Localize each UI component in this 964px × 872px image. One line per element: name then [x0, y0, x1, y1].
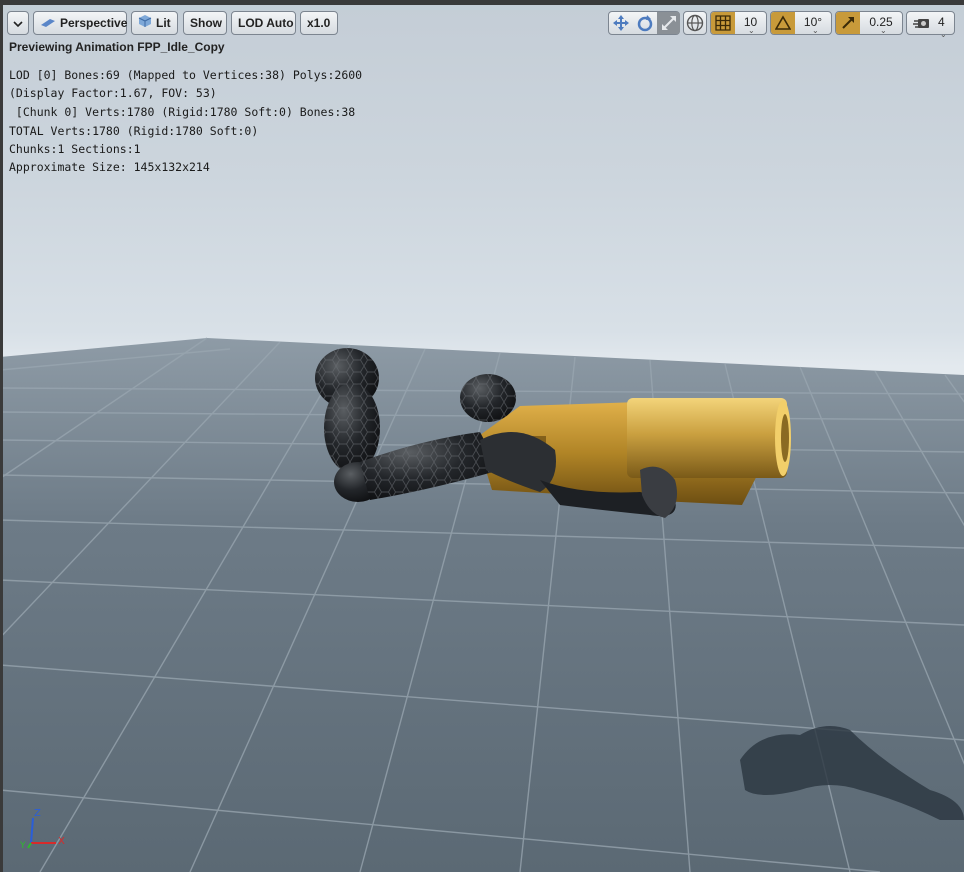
angle-icon: [774, 15, 792, 30]
stats-line-lod: LOD [0] Bones:69 (Mapped to Vertices:38)…: [9, 68, 363, 82]
stats-line-total: TOTAL Verts:1780 (Rigid:1780 Soft:0): [9, 124, 259, 138]
preview-title: Previewing Animation FPP_Idle_Copy: [9, 40, 225, 54]
move-icon: [613, 15, 629, 31]
scale-snap-icon: [842, 17, 854, 29]
show-label: Show: [190, 16, 222, 30]
stats-line-chunk: [Chunk 0] Verts:1780 (Rigid:1780 Soft:0)…: [9, 105, 356, 119]
camera-speed-dropdown-icon: ⌄: [940, 30, 947, 39]
translate-mode-button[interactable]: [611, 13, 633, 33]
grid-snap-dropdown-icon: ⌄: [748, 26, 755, 35]
axis-z-label: Z: [34, 808, 41, 819]
camera-perspective-icon: [40, 13, 56, 35]
scale-icon: [662, 16, 676, 30]
scale-snap-toggle[interactable]: [836, 12, 860, 34]
grid-icon: [715, 15, 731, 31]
rotate-mode-button[interactable]: [635, 13, 657, 33]
globe-icon: [686, 14, 704, 32]
rotate-icon: [637, 15, 653, 32]
stats-line-display: (Display Factor:1.67, FOV: 53): [9, 86, 217, 100]
transform-mode-group: [608, 11, 680, 35]
scale-snap-dropdown-icon: ⌄: [880, 26, 887, 35]
viewport-frame-top: [0, 0, 964, 5]
rotation-snap-toggle[interactable]: [771, 12, 795, 34]
camera-speed-icon: [913, 19, 929, 28]
preview-viewport[interactable]: Perspective Lit Show LOD Auto x1.0 10 ⌄ …: [0, 0, 964, 872]
cube-icon: [138, 13, 152, 35]
speed-label: x1.0: [307, 16, 331, 30]
axis-y-label: Y: [20, 841, 26, 851]
axis-gizmo: Z X Y: [20, 808, 72, 852]
rotation-snap-control[interactable]: 10° ⌄: [770, 11, 832, 35]
show-button[interactable]: Show: [183, 11, 227, 35]
camera-speed-button[interactable]: 4 ⌄: [906, 11, 955, 39]
lit-label: Lit: [156, 16, 171, 30]
grid-snap-control[interactable]: 10 ⌄: [710, 11, 767, 35]
coordinate-space-button[interactable]: [683, 11, 707, 35]
perspective-button[interactable]: Perspective: [33, 11, 127, 35]
chevron-down-icon: [13, 21, 23, 28]
scale-mode-button[interactable]: [657, 12, 680, 34]
scale-snap-control[interactable]: 0.25 ⌄: [835, 11, 903, 35]
playback-speed-button[interactable]: x1.0: [300, 11, 338, 35]
lod-label: LOD Auto: [238, 16, 294, 30]
stats-line-size: Approximate Size: 145x132x214: [9, 160, 210, 174]
rotation-snap-dropdown-icon: ⌄: [812, 26, 819, 35]
lod-button[interactable]: LOD Auto: [231, 11, 296, 35]
axis-x-label: X: [58, 836, 65, 847]
grid-snap-toggle[interactable]: [711, 12, 735, 34]
stats-line-chunks: Chunks:1 Sections:1: [9, 142, 141, 156]
viewport-options-button[interactable]: [7, 11, 29, 35]
viewport-frame-left: [0, 0, 3, 872]
perspective-label: Perspective: [60, 16, 128, 30]
view-mode-lit-button[interactable]: Lit: [131, 11, 178, 35]
